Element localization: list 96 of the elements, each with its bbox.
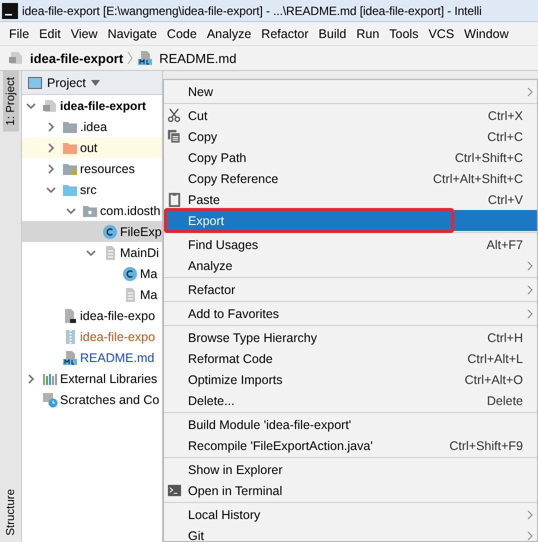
tree-row[interactable]: out [22, 137, 162, 158]
tree-row[interactable]: idea-file-expo [22, 305, 162, 326]
shortcut-label: Delete [486, 394, 523, 408]
app-logo-icon [2, 2, 18, 18]
module-icon [8, 50, 24, 66]
shortcut-label: Ctrl+Alt+Shift+C [433, 172, 523, 186]
tree-row[interactable]: Scratches and Co [22, 389, 162, 410]
menu-item[interactable]: Code [162, 26, 202, 40]
tree-label: README.md [80, 350, 154, 364]
scratches-icon [42, 392, 58, 408]
shortcut-label: Ctrl+Alt+O [464, 372, 523, 386]
tree-label: MainDi [120, 246, 159, 260]
menu-item[interactable]: View [66, 26, 103, 40]
tree-label: .idea [80, 120, 108, 134]
tree-label: src [80, 182, 97, 196]
menu-item[interactable]: New [164, 81, 537, 102]
menu-item[interactable]: Refactor [256, 26, 314, 40]
chevron-icon [127, 50, 134, 66]
menu-item[interactable]: Add to Favorites [164, 303, 537, 324]
menu-item[interactable]: Browse Type Hierarchy Ctrl+H [164, 327, 537, 348]
shortcut-label: Ctrl+H [487, 330, 523, 344]
shortcut-label: Alt+F7 [486, 238, 523, 252]
tree-row[interactable]: resources [22, 158, 162, 179]
menu-item[interactable]: Optimize Imports Ctrl+Alt+O [164, 369, 537, 390]
tree-row[interactable]: External Libraries [22, 368, 162, 389]
tree-label: resources [80, 162, 135, 176]
tree-row[interactable]: MainDi [22, 242, 162, 263]
file-icon [62, 308, 78, 324]
menu-item[interactable]: Reformat Code Ctrl+Alt+L [164, 348, 537, 369]
tree-label: FileExp [120, 224, 162, 238]
menu-item[interactable]: Edit [34, 26, 66, 40]
panel-title[interactable]: Project [47, 76, 86, 90]
shortcut-label: Ctrl+C [487, 130, 523, 144]
window-title: idea-file-export [E:\wangmeng\idea-file-export] - ...\README.md [idea-file-export] - Intelli [22, 4, 482, 18]
menu-item[interactable]: File [4, 26, 34, 40]
tree-label: External Libraries [60, 372, 158, 386]
menu-item[interactable]: Git [164, 525, 537, 542]
class-icon [122, 266, 138, 282]
menu-item[interactable]: Local History [164, 504, 537, 525]
menu-item[interactable]: Refactor [164, 279, 537, 300]
tree-label: out [80, 140, 98, 154]
shortcut-label: Ctrl+Alt+L [467, 352, 523, 366]
markdown-file-icon [137, 50, 154, 66]
tree-row[interactable]: src [22, 179, 162, 200]
menu-item[interactable]: Cut Ctrl+X [164, 105, 537, 126]
side-tab[interactable]: Structure [2, 483, 18, 542]
tree-row[interactable]: Ma [22, 263, 162, 284]
tree-row[interactable]: idea-file-export [22, 95, 162, 116]
menu-item[interactable]: Tools [384, 26, 424, 40]
side-tab[interactable]: 1: Project [2, 71, 18, 132]
shortcut-label: Ctrl+V [488, 192, 523, 206]
window-icon [28, 76, 42, 88]
menu-item[interactable]: Build Module 'idea-file-export' [164, 414, 537, 435]
menu-item[interactable]: Show in Explorer [164, 459, 537, 480]
tree-label: idea-file-expo [80, 330, 156, 344]
menu-item[interactable]: Copy Path Ctrl+Shift+C [164, 147, 537, 168]
class-icon [102, 224, 118, 240]
module-icon [42, 98, 58, 114]
tree-label: Scratches and Co [60, 392, 160, 406]
menu-item[interactable]: Find Usages Alt+F7 [164, 234, 537, 255]
tree-label: Ma [140, 288, 158, 302]
menu-item[interactable]: Navigate [102, 26, 162, 40]
menu-item[interactable]: VCS [423, 26, 460, 40]
tree-label: idea-file-expo [80, 308, 156, 322]
menu-item[interactable]: Paste Ctrl+V [164, 189, 537, 210]
menu-item[interactable]: Copy Reference Ctrl+Alt+Shift+C [164, 168, 537, 189]
shortcut-label: Ctrl+X [488, 108, 523, 122]
scissors-icon [167, 108, 182, 123]
tree-row[interactable]: com.idosth [22, 200, 162, 221]
tree-row[interactable]: .idea [22, 116, 162, 137]
tree-label: com.idosth [100, 204, 160, 218]
tree-row[interactable]: Ma [22, 284, 162, 305]
tree-row[interactable]: README.md [22, 347, 162, 368]
shortcut-label: Ctrl+Shift+C [454, 150, 523, 164]
menu-item[interactable]: Analyze [164, 255, 537, 276]
tree-row[interactable]: idea-file-expo [22, 326, 162, 347]
menu-item[interactable]: Export [164, 210, 537, 231]
tree-label: idea-file-export [60, 98, 146, 112]
menu-item[interactable]: Open in Terminal [164, 480, 537, 501]
clipboard-icon [167, 192, 182, 207]
menu-item[interactable]: Delete... Delete [164, 390, 537, 411]
shortcut-label: Ctrl+Shift+F9 [449, 438, 523, 452]
menu-item[interactable]: Window [459, 26, 514, 40]
terminal-icon [167, 483, 182, 498]
tree-label: Ma [140, 266, 158, 280]
menu-item[interactable]: Copy Ctrl+C [164, 126, 537, 147]
tree-row[interactable]: FileExp [22, 221, 162, 242]
menu-item[interactable]: Run [351, 26, 384, 40]
copy-icon [167, 129, 182, 144]
markdown-file-icon [62, 350, 78, 366]
menu-item[interactable]: Analyze [202, 26, 256, 40]
dropdown-icon[interactable] [90, 80, 100, 86]
menu-item[interactable]: Recompile 'FileExportAction.java' Ctrl+Shift+F9 [164, 435, 537, 456]
breadcrumb-item[interactable]: idea-file-export [30, 50, 124, 66]
menu-item[interactable]: Build [314, 26, 352, 40]
breadcrumb-item[interactable]: README.md [159, 50, 236, 66]
